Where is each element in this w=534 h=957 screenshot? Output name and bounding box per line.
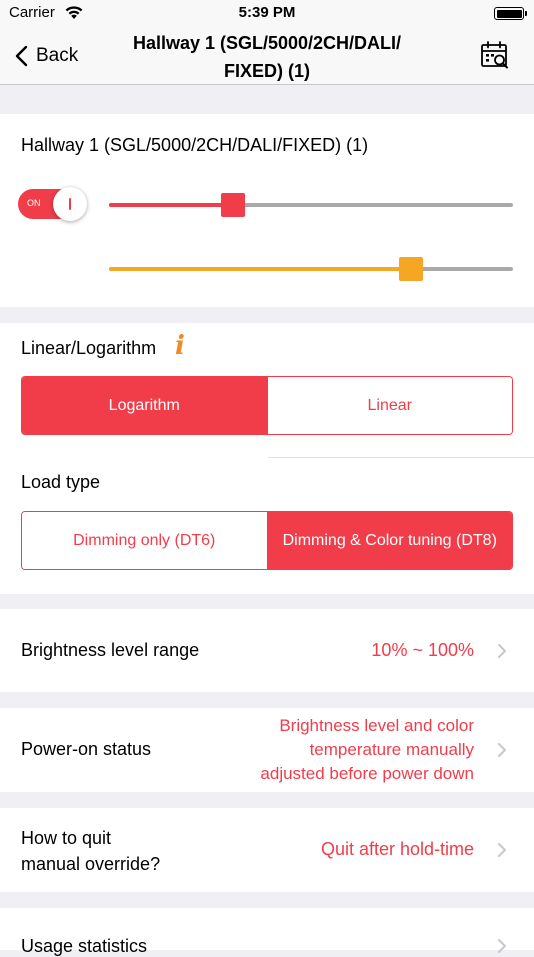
brightness-range-label: Brightness level range — [21, 640, 200, 660]
quit-override-label-line-1: How to quit — [21, 828, 112, 848]
page-title-line-1: Hallway 1 (SGL/5000/2CH/DALI/ — [132, 33, 402, 53]
load-type-segmented-control: Dimming only (DT6) Dimming & Color tunin… — [21, 511, 513, 570]
power-on-status-value: Brightness level and color temperature m… — [260, 714, 474, 786]
curve-segmented-control: Logarithm Linear — [21, 376, 513, 435]
divider — [268, 457, 534, 458]
quit-override-label: How to quit manual override? — [21, 825, 160, 877]
power-switch[interactable]: ON — [18, 187, 87, 221]
segment-logarithm[interactable]: Logarithm — [22, 377, 267, 434]
status-bar: Carrier 5:39 PM — [0, 0, 534, 28]
segment-linear[interactable]: Linear — [266, 377, 512, 434]
quit-override-label-line-2: manual override? — [21, 854, 161, 874]
brightness-range-row[interactable]: Brightness level range 10% ~ 100% — [0, 609, 534, 692]
curve-section: Linear/Logarithm i Logarithm Linear Load… — [0, 323, 534, 594]
power-on-status-row[interactable]: Power-on status Brightness level and col… — [0, 708, 534, 792]
quit-override-value: Quit after hold-time — [320, 839, 474, 859]
chevron-right-icon — [498, 939, 506, 953]
back-button[interactable]: Back — [15, 42, 78, 70]
brightness-slider[interactable] — [109, 193, 513, 217]
battery-icon — [494, 7, 527, 20]
power-on-value-line-1: Brightness level and color — [279, 716, 474, 735]
back-label: Back — [36, 45, 79, 66]
switch-on-label: ON — [27, 198, 41, 208]
curve-label: Linear/Logarithm — [21, 338, 157, 358]
calendar-search-icon[interactable] — [480, 40, 510, 70]
chevron-right-icon — [498, 644, 506, 658]
device-name: Hallway 1 (SGL/5000/2CH/DALI/FIXED) (1) — [21, 135, 369, 155]
info-icon[interactable]: i — [175, 331, 185, 361]
power-on-value-line-3: adjusted before power down — [260, 764, 474, 783]
chevron-right-icon — [498, 843, 506, 857]
navigation-bar: Back Hallway 1 (SGL/5000/2CH/DALI/ FIXED… — [0, 28, 534, 85]
usage-statistics-row[interactable]: Usage statistics — [0, 908, 534, 956]
brightness-slider-thumb[interactable] — [220, 193, 245, 217]
page-title-line-2: FIXED) (1) — [223, 61, 310, 81]
brightness-slider-fill — [109, 203, 233, 207]
quit-override-row[interactable]: How to quit manual override? Quit after … — [0, 808, 534, 892]
color-slider-fill — [109, 267, 412, 271]
page-title: Hallway 1 (SGL/5000/2CH/DALI/ FIXED) (1) — [100, 29, 434, 85]
color-temperature-slider[interactable] — [109, 257, 513, 281]
brightness-range-value: 10% ~ 100% — [371, 640, 474, 660]
load-type-label: Load type — [21, 472, 101, 492]
usage-statistics-label: Usage statistics — [21, 936, 148, 956]
segment-dimming-color-tuning[interactable]: Dimming & Color tuning (DT8) — [266, 512, 512, 569]
power-on-value-line-2: temperature manually — [309, 740, 474, 759]
color-slider-thumb[interactable] — [399, 257, 424, 281]
power-on-status-label: Power-on status — [21, 739, 152, 759]
chevron-left-icon — [15, 45, 28, 67]
segment-dimming-only[interactable]: Dimming only (DT6) — [22, 512, 267, 569]
clock: 5:39 PM — [238, 4, 296, 21]
switch-knob — [53, 187, 87, 221]
chevron-right-icon — [498, 743, 506, 757]
